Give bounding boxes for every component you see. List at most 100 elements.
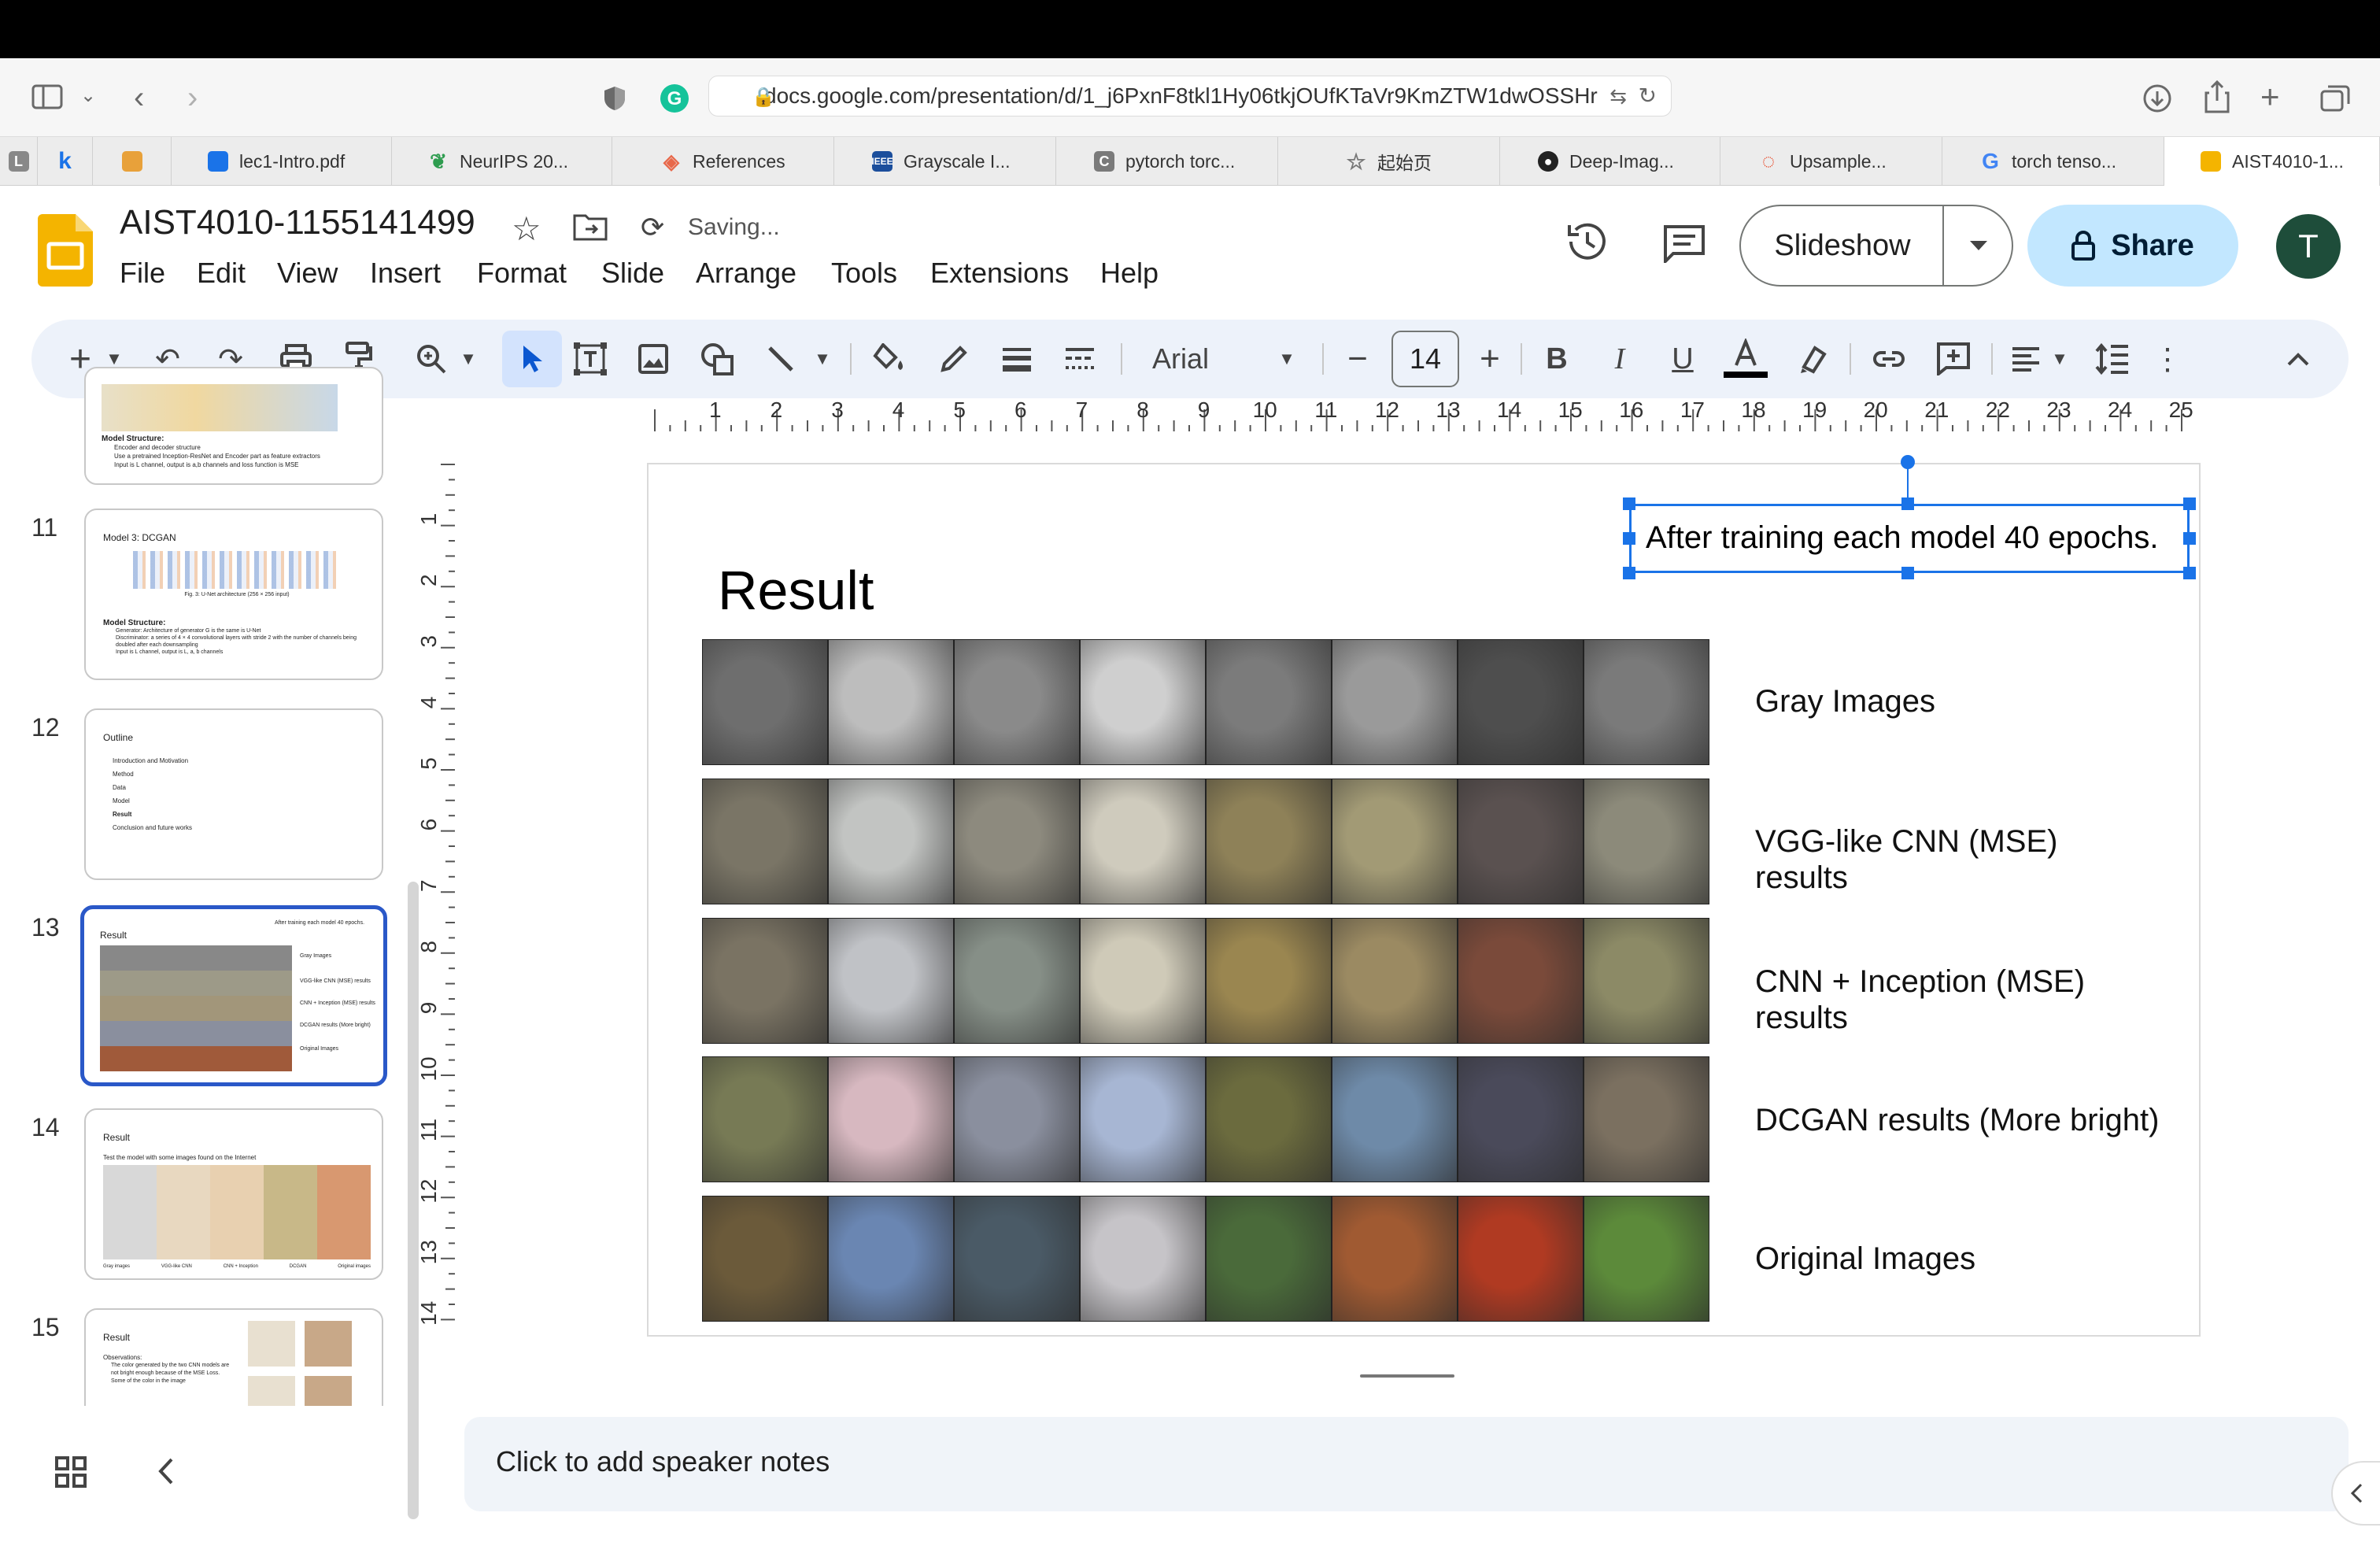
resize-handle[interactable] bbox=[1623, 497, 1635, 510]
slide-thumbnail[interactable]: Model 3: DCGAN Fig. 3: U-Net architectur… bbox=[84, 509, 383, 680]
select-tool-icon[interactable] bbox=[502, 331, 562, 387]
result-image-grid[interactable] bbox=[702, 639, 1713, 1324]
link-icon[interactable] bbox=[1865, 320, 1913, 398]
chevron-down-icon[interactable]: ⌄ bbox=[80, 87, 96, 105]
selected-text-box[interactable]: After training each model 40 epochs. bbox=[1629, 504, 2190, 573]
resize-handle[interactable] bbox=[2183, 567, 2196, 579]
reload-icon[interactable]: ↻ bbox=[1639, 83, 1657, 109]
menu-slide[interactable]: Slide bbox=[601, 257, 664, 290]
tab-startpage[interactable]: ☆ 起始页 bbox=[1278, 137, 1500, 186]
italic-icon[interactable]: I bbox=[1596, 320, 1643, 398]
tab-neurips[interactable]: ❦ NeurIPS 20... bbox=[392, 137, 612, 186]
notes-resize-handle[interactable] bbox=[1360, 1374, 1454, 1378]
comment-icon[interactable] bbox=[1662, 224, 1706, 267]
tab-upsample[interactable]: ◌ Upsample... bbox=[1720, 137, 1942, 186]
slide-thumbnail-selected[interactable]: Result After training each model 40 epoc… bbox=[80, 905, 387, 1086]
pinned-tab[interactable]: k bbox=[38, 137, 93, 186]
chevron-down-icon[interactable]: ▼ bbox=[2048, 320, 2071, 398]
resize-handle[interactable] bbox=[2183, 532, 2196, 545]
menu-arrange[interactable]: Arrange bbox=[696, 257, 796, 290]
pinned-tab[interactable]: L bbox=[0, 137, 38, 186]
resize-handle[interactable] bbox=[1901, 567, 1914, 579]
align-left-icon[interactable] bbox=[2002, 320, 2049, 398]
shape-icon[interactable] bbox=[694, 320, 741, 398]
collapse-toolbar-icon[interactable] bbox=[2275, 320, 2322, 398]
slideshow-dropdown[interactable] bbox=[1944, 206, 2013, 285]
star-icon[interactable]: ☆ bbox=[512, 209, 541, 248]
font-size-input[interactable]: 14 bbox=[1391, 331, 1459, 387]
text-color-icon[interactable] bbox=[1722, 320, 1769, 398]
speaker-notes-placeholder[interactable]: Click to add speaker notes bbox=[496, 1445, 830, 1478]
back-icon[interactable]: ‹ bbox=[134, 82, 144, 113]
tab-grayscale[interactable]: IEEE Grayscale I... bbox=[834, 137, 1056, 186]
resize-handle[interactable] bbox=[1901, 497, 1914, 510]
increase-font-icon[interactable]: + bbox=[1470, 320, 1510, 398]
tab-aist4010[interactable]: AIST4010-1... bbox=[2164, 137, 2380, 186]
shield-icon[interactable] bbox=[603, 85, 626, 116]
decrease-font-icon[interactable]: − bbox=[1338, 320, 1377, 398]
download-icon[interactable] bbox=[2142, 83, 2172, 118]
zoom-icon[interactable] bbox=[409, 320, 453, 398]
speaker-notes[interactable]: Click to add speaker notes bbox=[464, 1417, 2349, 1511]
pinned-tab[interactable] bbox=[93, 137, 172, 186]
slide-thumbnail[interactable]: Model Structure: Encoder and decoder str… bbox=[84, 367, 383, 485]
border-dash-icon[interactable] bbox=[1056, 320, 1103, 398]
chevron-down-icon[interactable]: ▼ bbox=[811, 320, 834, 398]
grid-view-icon[interactable] bbox=[55, 1456, 87, 1492]
menu-format[interactable]: Format bbox=[477, 257, 567, 290]
row-label-dcgan[interactable]: DCGAN results (More bright) bbox=[1755, 1102, 2159, 1138]
border-weight-icon[interactable] bbox=[993, 320, 1040, 398]
bold-icon[interactable]: B bbox=[1533, 320, 1580, 398]
border-color-icon[interactable] bbox=[930, 320, 978, 398]
row-label-gray[interactable]: Gray Images bbox=[1755, 683, 1935, 719]
new-tab-icon[interactable]: + bbox=[2260, 80, 2280, 113]
add-comment-icon[interactable] bbox=[1930, 320, 1977, 398]
chevron-down-icon[interactable]: ▼ bbox=[1275, 320, 1299, 398]
forward-icon[interactable]: › bbox=[187, 82, 198, 113]
address-bar[interactable]: 🔒 docs.google.com/presentation/d/1_j6Pxn… bbox=[708, 76, 1672, 117]
menu-help[interactable]: Help bbox=[1100, 257, 1159, 290]
menu-view[interactable]: View bbox=[277, 257, 338, 290]
text-box-icon[interactable] bbox=[567, 320, 614, 398]
slide-canvas[interactable]: Result After training each model 40 epoc… bbox=[647, 455, 2201, 1337]
sidebar-toggle-icon[interactable] bbox=[31, 84, 63, 114]
rotate-handle[interactable] bbox=[1901, 455, 1915, 469]
more-options-icon[interactable]: ⋮ bbox=[2152, 320, 2183, 398]
menu-insert[interactable]: Insert bbox=[370, 257, 441, 290]
tab-lec1[interactable]: lec1-Intro.pdf bbox=[172, 137, 392, 186]
move-folder-icon[interactable] bbox=[573, 213, 608, 245]
history-icon[interactable] bbox=[1565, 219, 1610, 268]
chevron-down-icon[interactable]: ▼ bbox=[456, 320, 480, 398]
menu-edit[interactable]: Edit bbox=[197, 257, 246, 290]
fill-color-icon[interactable] bbox=[866, 320, 913, 398]
slides-logo-icon[interactable] bbox=[38, 214, 93, 290]
line-icon[interactable] bbox=[757, 320, 804, 398]
slide-thumbnail[interactable]: Outline Introduction and Motivation Meth… bbox=[84, 708, 383, 880]
share-page-icon[interactable] bbox=[2204, 80, 2230, 117]
translate-icon[interactable]: ⇆ bbox=[1609, 84, 1627, 109]
row-label-original[interactable]: Original Images bbox=[1755, 1241, 1975, 1277]
tab-overview-icon[interactable] bbox=[2320, 85, 2350, 116]
share-button[interactable]: Share bbox=[2027, 205, 2238, 287]
tab-deep-imag[interactable]: ● Deep-Imag... bbox=[1500, 137, 1720, 186]
row-label-inception[interactable]: CNN + Inception (MSE) results bbox=[1755, 963, 2085, 1036]
menu-file[interactable]: File bbox=[120, 257, 165, 290]
slide-thumbnail[interactable]: Result Observations: The color generated… bbox=[84, 1308, 383, 1406]
avatar[interactable]: T bbox=[2276, 214, 2341, 279]
menu-tools[interactable]: Tools bbox=[831, 257, 897, 290]
image-icon[interactable] bbox=[631, 320, 675, 398]
slideshow-button[interactable]: Slideshow bbox=[1741, 206, 1944, 285]
resize-handle[interactable] bbox=[1623, 532, 1635, 545]
tab-pytorch[interactable]: Cpytorch torc... bbox=[1056, 137, 1278, 186]
document-title[interactable]: AIST4010-1155141499 bbox=[120, 203, 475, 242]
underline-icon[interactable]: U bbox=[1659, 320, 1706, 398]
slide-title[interactable]: Result bbox=[718, 559, 874, 622]
slide-thumbnail[interactable]: Result Test the model with some images f… bbox=[84, 1108, 383, 1280]
grammarly-icon[interactable]: G bbox=[660, 83, 689, 117]
text-box-content[interactable]: After training each model 40 epochs. bbox=[1646, 520, 2159, 556]
tab-references[interactable]: ◈ References bbox=[612, 137, 834, 186]
resize-handle[interactable] bbox=[2183, 497, 2196, 510]
collapse-panel-icon[interactable] bbox=[157, 1458, 175, 1489]
tab-torch-tensor[interactable]: Gtorch tenso... bbox=[1942, 137, 2164, 186]
highlight-icon[interactable] bbox=[1790, 320, 1837, 398]
